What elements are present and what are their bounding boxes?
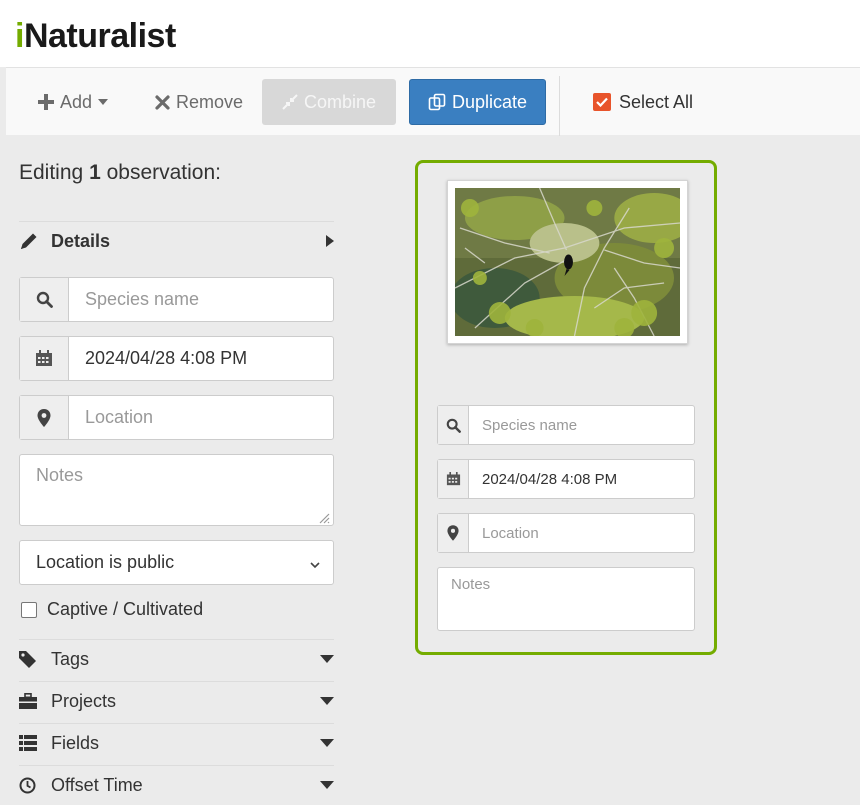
search-icon bbox=[20, 278, 69, 321]
calendar-icon bbox=[20, 337, 69, 380]
caret-down-icon bbox=[320, 697, 334, 705]
toolbar-divider bbox=[559, 76, 560, 136]
header: iNaturalist bbox=[0, 0, 860, 67]
x-icon bbox=[155, 94, 170, 110]
captive-checkbox-row[interactable]: Captive / Cultivated bbox=[21, 599, 203, 620]
geoprivacy-select[interactable]: Location is public bbox=[19, 540, 334, 585]
map-marker-icon bbox=[438, 514, 469, 552]
card-date-input[interactable] bbox=[469, 460, 694, 498]
inaturalist-logo[interactable]: iNaturalist bbox=[15, 16, 176, 56]
caret-down-icon bbox=[320, 739, 334, 747]
offset-time-section-toggle[interactable]: Offset Time bbox=[19, 765, 334, 805]
chevron-down-icon bbox=[309, 555, 321, 576]
logo-text: Naturalist bbox=[23, 17, 176, 55]
remove-button[interactable]: Remove bbox=[147, 79, 251, 125]
caret-down-icon bbox=[320, 781, 334, 789]
duplicate-icon bbox=[428, 93, 446, 111]
compress-icon bbox=[282, 94, 298, 110]
observation-photo bbox=[455, 188, 680, 336]
offset-time-label: Offset Time bbox=[51, 774, 143, 795]
card-location-field bbox=[437, 513, 695, 553]
date-input[interactable] bbox=[69, 337, 333, 380]
search-icon bbox=[438, 406, 469, 444]
card-species-name-field bbox=[437, 405, 695, 445]
toolbar: Add Remove Combine Duplicate Select All bbox=[6, 67, 860, 136]
fields-label: Fields bbox=[51, 732, 100, 753]
duplicate-label: Duplicate bbox=[451, 91, 528, 112]
projects-label: Projects bbox=[51, 690, 117, 711]
details-section-toggle[interactable]: Details bbox=[19, 221, 334, 261]
caret-down-icon bbox=[320, 655, 334, 663]
list-icon bbox=[19, 735, 41, 751]
plus-icon bbox=[37, 94, 54, 110]
details-label: Details bbox=[51, 230, 111, 251]
map-marker-icon bbox=[20, 396, 69, 439]
observation-card[interactable] bbox=[415, 160, 717, 655]
add-label: Add bbox=[59, 91, 93, 112]
select-all-toggle[interactable]: Select All bbox=[593, 79, 713, 125]
location-input[interactable] bbox=[69, 396, 333, 439]
logo-initial: i bbox=[15, 17, 24, 55]
location-field bbox=[19, 395, 334, 440]
notes-textarea[interactable] bbox=[19, 454, 334, 526]
briefcase-icon bbox=[19, 693, 41, 709]
calendar-icon bbox=[438, 460, 469, 498]
duplicate-button[interactable]: Duplicate bbox=[409, 79, 546, 125]
captive-checkbox[interactable] bbox=[21, 601, 37, 618]
card-location-input[interactable] bbox=[469, 514, 694, 552]
editing-title: Editing 1 observation: bbox=[19, 161, 221, 184]
select-all-label: Select All bbox=[619, 91, 694, 112]
tag-icon bbox=[19, 650, 41, 668]
caret-right-icon bbox=[326, 235, 334, 247]
remove-label: Remove bbox=[175, 91, 244, 112]
tags-label: Tags bbox=[51, 648, 90, 669]
card-notes-textarea[interactable] bbox=[437, 567, 695, 631]
clock-icon bbox=[19, 777, 41, 794]
projects-section-toggle[interactable]: Projects bbox=[19, 681, 334, 721]
geoprivacy-value: Location is public bbox=[36, 552, 175, 572]
combine-label: Combine bbox=[303, 91, 377, 112]
card-species-name-input[interactable] bbox=[469, 406, 694, 444]
species-name-input[interactable] bbox=[69, 278, 333, 321]
card-date-field bbox=[437, 459, 695, 499]
observation-count: 1 bbox=[89, 161, 101, 184]
pencil-icon bbox=[19, 231, 41, 251]
date-field bbox=[19, 336, 334, 381]
fields-section-toggle[interactable]: Fields bbox=[19, 723, 334, 763]
species-name-field bbox=[19, 277, 334, 322]
observation-photo-frame[interactable] bbox=[447, 180, 688, 344]
captive-label: Captive / Cultivated bbox=[47, 599, 204, 619]
add-button[interactable]: Add bbox=[30, 79, 116, 125]
tags-section-toggle[interactable]: Tags bbox=[19, 639, 334, 679]
caret-down-icon bbox=[98, 97, 109, 108]
combine-button[interactable]: Combine bbox=[262, 79, 396, 125]
checkbox-checked-icon[interactable] bbox=[593, 93, 611, 111]
